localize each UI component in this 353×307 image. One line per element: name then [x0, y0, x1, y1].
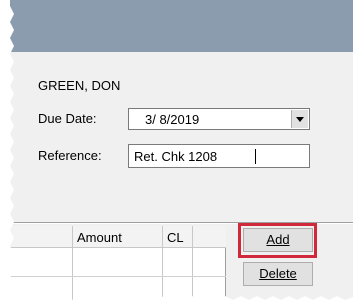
receivables-window: GREEN, DON Due Date: 3/ 8/2019 Reference… — [0, 0, 353, 307]
torn-edge-decoration — [0, 0, 353, 307]
